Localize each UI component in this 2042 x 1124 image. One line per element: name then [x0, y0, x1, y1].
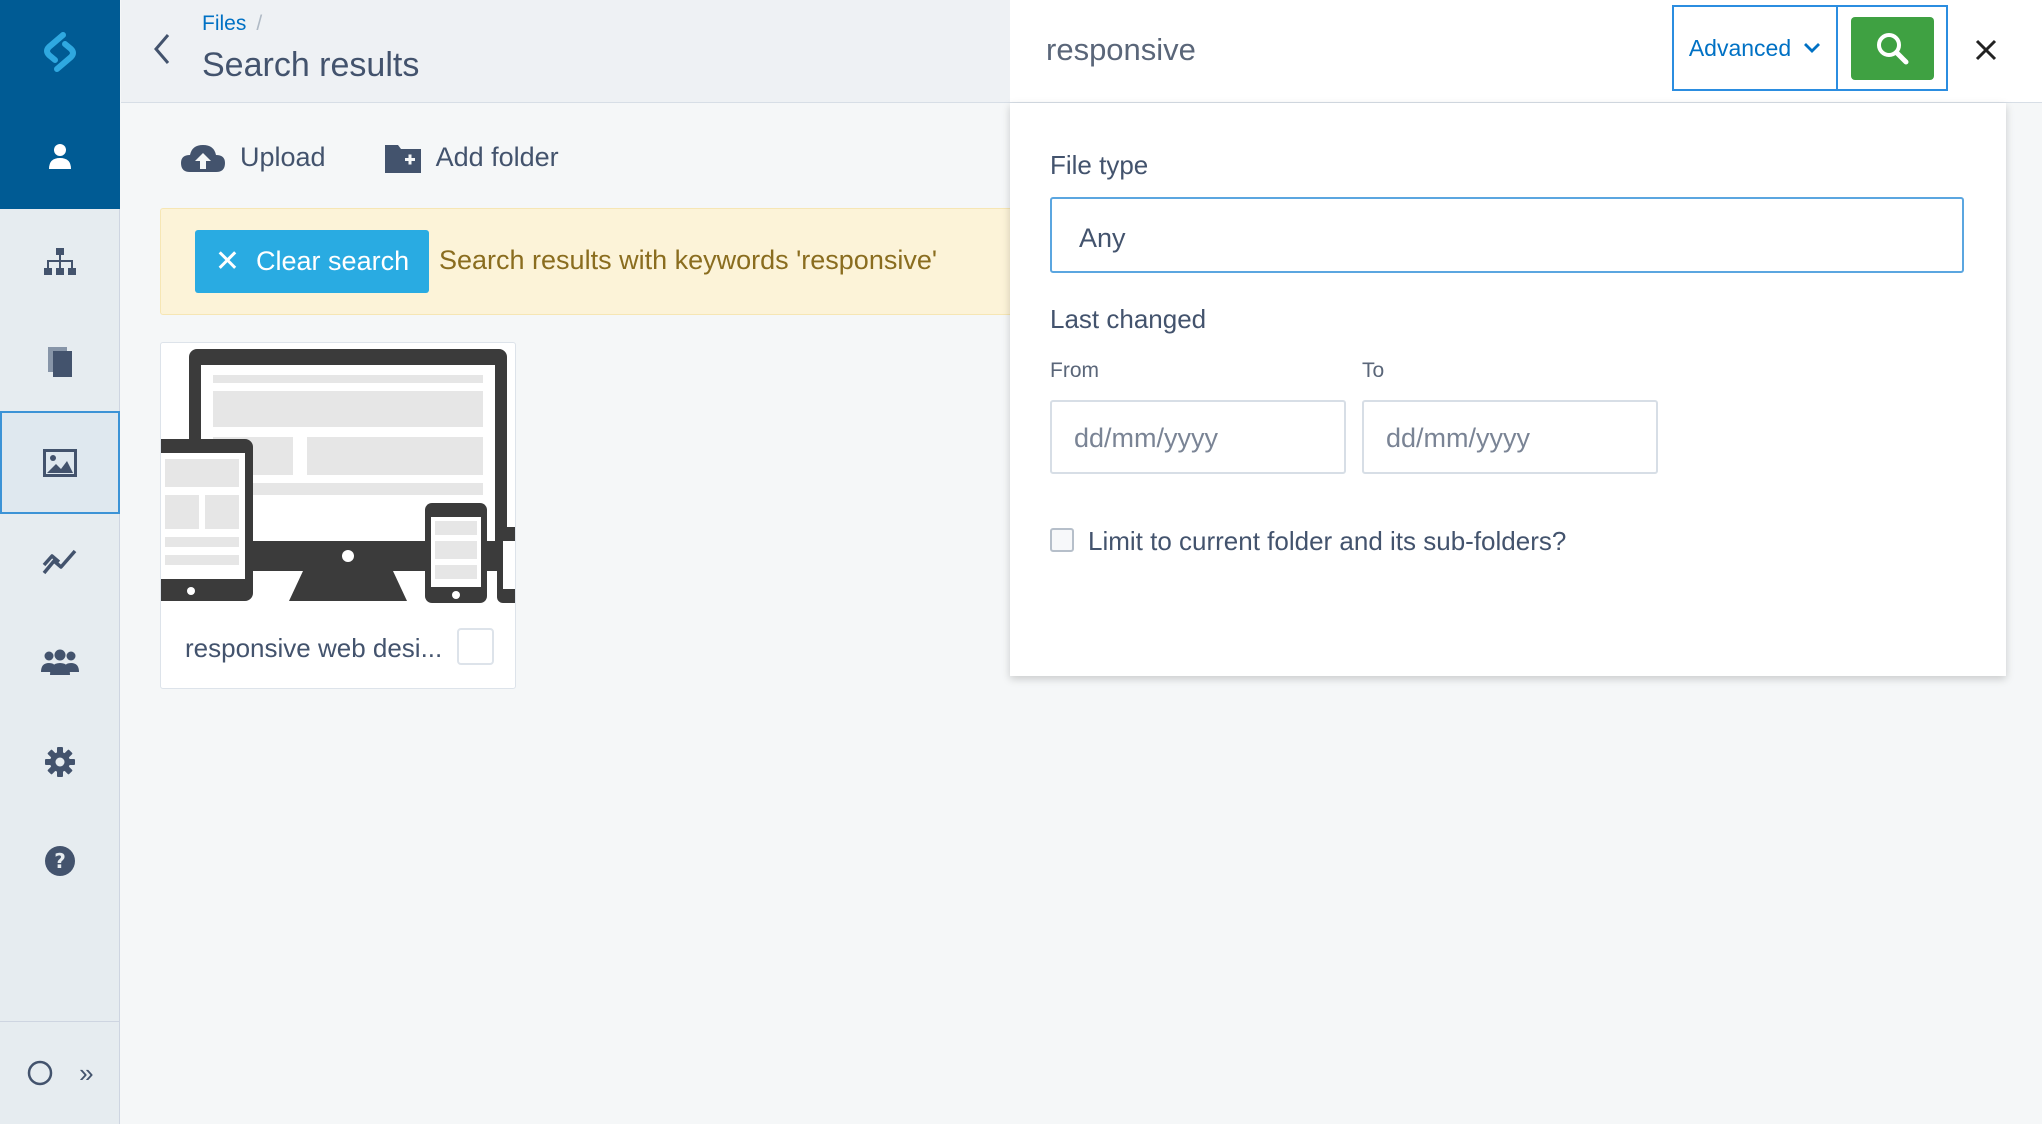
- upload-button[interactable]: Upload: [180, 142, 326, 174]
- sidebar-item-settings[interactable]: [0, 712, 120, 812]
- pages-icon: [48, 347, 72, 377]
- toolbar: Upload Add folder: [180, 135, 617, 180]
- users-icon: [41, 649, 79, 675]
- image-icon: [43, 448, 77, 477]
- from-label: From: [1050, 359, 1099, 382]
- date-to-input[interactable]: dd/mm/yyyy: [1362, 400, 1658, 474]
- add-folder-button[interactable]: Add folder: [384, 142, 559, 174]
- date-from-input[interactable]: dd/mm/yyyy: [1050, 400, 1346, 474]
- logo[interactable]: [0, 0, 120, 103]
- sidebar-item-pages[interactable]: [0, 212, 120, 312]
- svg-text:?: ?: [54, 849, 66, 873]
- gear-icon: [45, 747, 75, 777]
- sitetree-icon: [44, 248, 76, 275]
- add-folder-label: Add folder: [435, 142, 559, 172]
- search-icon: [1877, 33, 1909, 65]
- folder-add-icon: [384, 144, 421, 173]
- sidebar: ? »: [0, 0, 120, 1124]
- search-button-wrapper: [1838, 5, 1948, 91]
- chart-icon: [42, 549, 77, 575]
- advanced-label: Advanced: [1688, 34, 1792, 61]
- file-thumbnail: [161, 343, 515, 605]
- responsive-devices-image: [161, 349, 515, 603]
- search-button[interactable]: [1850, 16, 1934, 80]
- collapse-menu-button[interactable]: »: [79, 1058, 93, 1089]
- limit-folder-checkbox[interactable]: [1050, 528, 1074, 552]
- close-search-button[interactable]: [1964, 28, 2008, 72]
- search-bar: Advanced: [1010, 0, 2042, 103]
- chevron-left-icon: [154, 34, 170, 64]
- silverstripe-logo-icon: [44, 31, 76, 72]
- breadcrumb-files-link[interactable]: Files: [202, 12, 246, 35]
- clear-search-button[interactable]: ✕ Clear search: [195, 230, 429, 293]
- close-icon: ✕: [214, 245, 241, 278]
- circle-icon[interactable]: [26, 1059, 54, 1087]
- file-type-label: File type: [1050, 150, 1149, 180]
- file-type-select[interactable]: Any: [1050, 197, 1964, 273]
- page-title: Search results: [202, 46, 420, 84]
- clear-search-label: Clear search: [256, 246, 410, 276]
- file-name: responsive web desi...: [185, 633, 443, 663]
- sidebar-item-help[interactable]: ?: [0, 811, 120, 911]
- search-input[interactable]: [1046, 24, 1646, 76]
- user-icon: [49, 144, 71, 169]
- limit-folder-label: Limit to current folder and its sub-fold…: [1088, 526, 1567, 556]
- sidebar-item-security[interactable]: [0, 612, 120, 712]
- breadcrumb: Files /: [202, 12, 262, 36]
- chevron-down-icon: [1804, 43, 1821, 53]
- back-button[interactable]: [151, 30, 181, 70]
- sidebar-item-files[interactable]: [0, 411, 120, 514]
- help-icon: ?: [45, 846, 75, 876]
- advanced-toggle-button[interactable]: Advanced: [1672, 5, 1838, 91]
- upload-label: Upload: [240, 142, 326, 172]
- close-icon: [1975, 39, 1997, 61]
- breadcrumb-separator: /: [256, 12, 263, 35]
- sidebar-item-campaigns[interactable]: [0, 312, 120, 412]
- to-label: To: [1362, 359, 1385, 382]
- cloud-upload-icon: [181, 144, 225, 172]
- sidebar-item-account[interactable]: [0, 103, 120, 209]
- last-changed-label: Last changed: [1050, 304, 1207, 334]
- file-card[interactable]: responsive web desi...: [160, 342, 516, 689]
- advanced-search-panel: File type Any Last changed From To dd/mm…: [1010, 103, 2006, 676]
- search-results-message: Search results with keywords 'responsive…: [439, 245, 938, 275]
- sidebar-item-reports[interactable]: [0, 512, 120, 612]
- file-select-checkbox[interactable]: [457, 628, 494, 665]
- sidebar-footer: »: [0, 1021, 120, 1124]
